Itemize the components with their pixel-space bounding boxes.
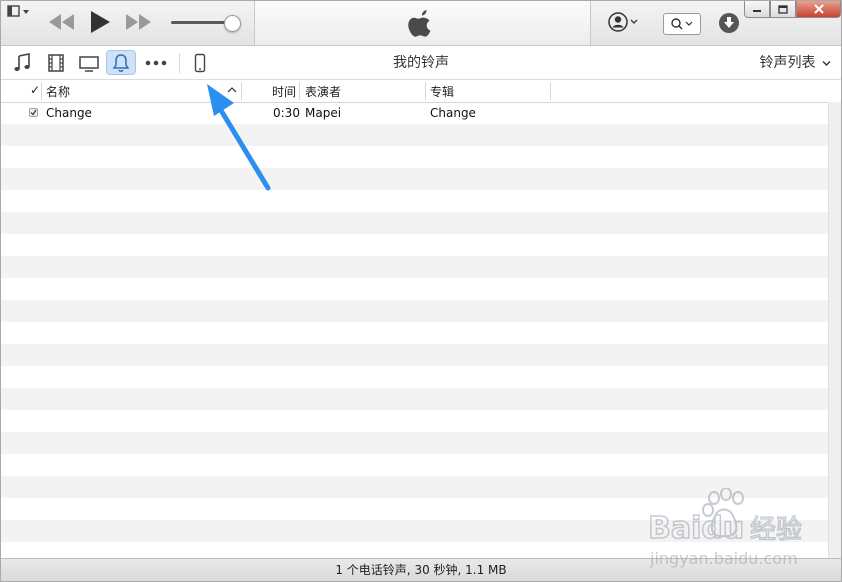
more-icon[interactable] <box>141 50 171 75</box>
table-row[interactable]: Change 0:30 Mapei Change <box>1 102 828 124</box>
window-controls <box>744 1 841 19</box>
empty-row <box>1 234 828 256</box>
restore-icon <box>778 4 788 14</box>
tv-shows-icon[interactable] <box>74 50 104 75</box>
sidebar-menu-icon[interactable] <box>7 5 33 19</box>
empty-row <box>1 410 828 432</box>
row-artist: Mapei <box>305 106 342 120</box>
chevron-down-icon <box>822 61 831 66</box>
empty-row <box>1 146 828 168</box>
name-column-header[interactable]: 名称 <box>46 83 70 99</box>
minimize-button[interactable] <box>744 1 770 18</box>
empty-row <box>1 388 828 410</box>
rewind-icon[interactable] <box>47 11 77 33</box>
download-icon[interactable] <box>717 11 741 35</box>
volume-slider[interactable] <box>171 15 241 32</box>
player-toolbar <box>1 1 841 46</box>
row-album: Change <box>430 106 476 120</box>
movies-icon[interactable] <box>41 50 71 75</box>
column-divider <box>425 82 426 100</box>
empty-row <box>1 432 828 454</box>
empty-row <box>1 278 828 300</box>
table-header: ✓ 名称 时间 表演者 专辑 <box>1 80 841 103</box>
view-selector-label: 铃声列表 <box>759 55 816 71</box>
column-divider <box>241 82 242 100</box>
watermark-url: jingyan.baidu.com <box>649 549 798 568</box>
empty-row <box>1 322 828 344</box>
apple-logo-icon <box>407 9 435 39</box>
artist-column-header[interactable]: 表演者 <box>305 83 341 99</box>
search-icon <box>671 18 693 30</box>
empty-row <box>1 124 828 146</box>
close-icon <box>813 4 824 14</box>
check-column-header[interactable]: ✓ <box>30 83 40 99</box>
time-column-header[interactable]: 时间 <box>272 83 296 99</box>
nav-divider <box>179 53 180 73</box>
album-column-header[interactable]: 专辑 <box>430 83 454 99</box>
empty-row <box>1 366 828 388</box>
sort-ascending-icon[interactable] <box>227 83 237 99</box>
tones-tab-button[interactable] <box>106 50 136 75</box>
column-divider <box>299 82 300 100</box>
empty-row <box>1 168 828 190</box>
minimize-icon <box>753 10 761 12</box>
search-button[interactable] <box>663 13 701 35</box>
device-iphone-icon[interactable] <box>185 50 215 75</box>
row-checkbox[interactable] <box>29 108 38 117</box>
volume-knob[interactable] <box>224 15 241 32</box>
watermark-brand: Baidu <box>648 511 744 546</box>
page-title: 我的铃声 <box>393 55 449 71</box>
view-selector[interactable]: 铃声列表 <box>760 52 831 72</box>
row-time: 0:30 <box>273 106 300 120</box>
empty-row <box>1 256 828 278</box>
empty-row <box>1 344 828 366</box>
account-icon[interactable] <box>607 11 641 33</box>
music-icon[interactable] <box>7 50 37 75</box>
bell-icon <box>112 53 130 72</box>
play-icon[interactable] <box>87 9 113 35</box>
watermark-suffix: 经验 <box>750 515 802 545</box>
fast-forward-icon[interactable] <box>123 11 153 33</box>
column-divider <box>41 82 42 100</box>
close-button[interactable] <box>796 1 841 18</box>
media-nav-bar: 我的铃声 铃声列表 <box>1 46 841 80</box>
restore-button[interactable] <box>770 1 796 18</box>
empty-row <box>1 300 828 322</box>
empty-row <box>1 454 828 476</box>
column-divider <box>550 82 551 100</box>
empty-row <box>1 212 828 234</box>
empty-row <box>1 190 828 212</box>
baidu-watermark: Baidu 经验 jingyan.baidu.com <box>646 487 836 572</box>
row-name: Change <box>46 106 92 120</box>
